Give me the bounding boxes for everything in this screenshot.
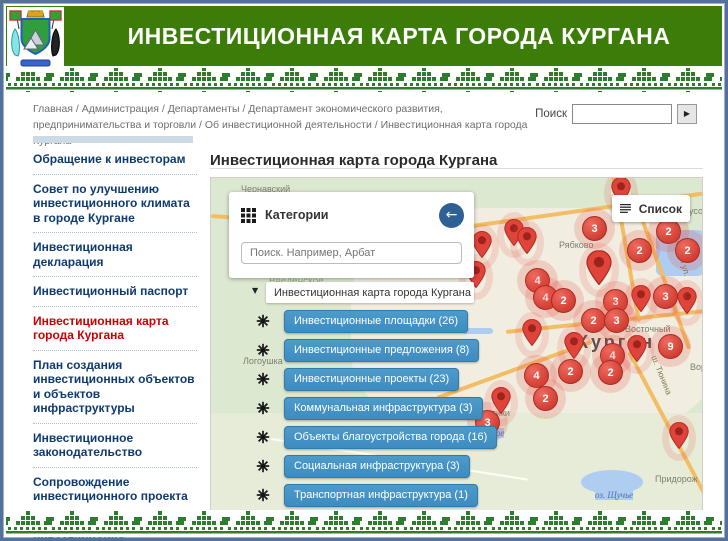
- map-label: усо: [689, 206, 703, 216]
- breadcrumb-link[interactable]: Администрация: [82, 103, 159, 115]
- search-input[interactable]: [572, 104, 672, 124]
- breadcrumb-link[interactable]: Об инвестиционной деятельности: [205, 119, 372, 131]
- sidebar-item[interactable]: Инвестиционное законодательство: [33, 424, 197, 468]
- map-cluster-marker[interactable]: 9: [658, 334, 683, 359]
- category-marker-icon[interactable]: [256, 343, 270, 362]
- category-button[interactable]: Коммунальная инфраструктура (3): [284, 397, 483, 420]
- map-pin[interactable]: [522, 319, 542, 351]
- breadcrumb-separator: /: [196, 119, 205, 131]
- sidebar-item[interactable]: План создания инвестиционных объектов и …: [33, 351, 197, 424]
- list-view-button[interactable]: Список: [612, 195, 690, 222]
- categories-panel-header: Категории ←: [241, 202, 464, 228]
- map-pin[interactable]: [517, 227, 537, 259]
- tree-collapse-caret[interactable]: ▼: [252, 286, 258, 295]
- map-pin[interactable]: [631, 285, 651, 317]
- category-marker-icon[interactable]: [256, 430, 270, 449]
- category-button[interactable]: Транспортная инфраструктура (1): [284, 484, 478, 507]
- map-cluster-marker[interactable]: 2: [598, 360, 623, 385]
- sidebar-item[interactable]: Инвестиционный паспорт: [33, 277, 197, 307]
- map-pin[interactable]: [677, 287, 697, 319]
- list-icon: [620, 202, 632, 215]
- breadcrumb-separator: /: [159, 103, 168, 115]
- sidebar: Обращение к инвесторамСовет по улучшению…: [33, 136, 197, 541]
- category-marker-icon[interactable]: [256, 372, 270, 391]
- sidebar-nav: Обращение к инвесторамСовет по улучшению…: [33, 145, 197, 541]
- grid-icon: [241, 208, 256, 223]
- map-cluster-marker[interactable]: 3: [604, 308, 629, 333]
- map-pin[interactable]: [669, 422, 689, 454]
- ornament-top: [6, 66, 722, 95]
- page-title: Инвестиционная карта города Кургана: [210, 152, 497, 169]
- map-cluster-marker[interactable]: 2: [581, 308, 606, 333]
- categories-panel-title: Категории: [265, 208, 430, 222]
- map-cluster-marker[interactable]: 2: [627, 238, 652, 263]
- page: ИНВЕСТИЦИОННАЯ КАРТА ГОРОДА КУРГАНА: [0, 0, 728, 541]
- investment-map[interactable]: ЧернавскийусоРябковоОмская ул.оз. Горько…: [210, 177, 703, 516]
- map-pin[interactable]: [627, 335, 647, 367]
- map-cluster-marker[interactable]: 2: [675, 238, 700, 263]
- category-tree-root[interactable]: Инвестиционная карта города Кургана: [266, 282, 474, 303]
- map-cluster-marker[interactable]: 2: [558, 359, 583, 384]
- map-pin[interactable]: [586, 250, 612, 290]
- category-button[interactable]: Инвестиционные площадки (26): [284, 310, 468, 333]
- search-go-button[interactable]: ▶: [677, 104, 697, 124]
- site-title: ИНВЕСТИЦИОННАЯ КАРТА ГОРОДА КУРГАНА: [86, 6, 712, 66]
- category-marker-icon[interactable]: [256, 401, 270, 420]
- map-cluster-marker[interactable]: 2: [551, 288, 576, 313]
- category-button[interactable]: Объекты благоустройства города (16): [284, 426, 497, 449]
- category-marker-icon[interactable]: [256, 314, 270, 333]
- category-marker-icon[interactable]: [256, 459, 270, 478]
- back-button[interactable]: ←: [439, 203, 464, 228]
- sidebar-item[interactable]: Сопровождение инвестиционного проекта: [33, 468, 197, 512]
- map-cluster-marker[interactable]: 2: [533, 386, 558, 411]
- category-marker-icon[interactable]: [256, 488, 270, 507]
- map-label: Придорож: [655, 474, 698, 484]
- site-search: Поиск ▶: [535, 104, 697, 124]
- divider: [210, 168, 703, 169]
- site-header: ИНВЕСТИЦИОННАЯ КАРТА ГОРОДА КУРГАНА: [6, 6, 722, 66]
- map-label: Воро: [690, 362, 703, 372]
- category-button[interactable]: Социальная инфраструктура (3): [284, 455, 470, 478]
- map-cluster-marker[interactable]: 2: [656, 219, 681, 244]
- category-button[interactable]: Инвестиционные предложения (8): [284, 339, 479, 362]
- map-cluster-marker[interactable]: 3: [653, 284, 678, 309]
- map-label: оз. Щучье: [595, 490, 633, 500]
- map-search-input[interactable]: [241, 242, 462, 264]
- map-label: Рябково: [559, 240, 593, 250]
- breadcrumb-link[interactable]: Департаменты: [168, 103, 240, 115]
- sidebar-item[interactable]: Инвестиционная карта города Кургана: [33, 307, 197, 351]
- list-view-label: Список: [639, 202, 682, 216]
- category-button[interactable]: Инвестиционные проекты (23): [284, 368, 459, 391]
- breadcrumb-link[interactable]: Главная: [33, 103, 73, 115]
- sidebar-item[interactable]: Совет по улучшению инвестиционного клима…: [33, 175, 197, 234]
- ornament-bottom: [6, 510, 722, 535]
- sidebar-topbar: [33, 136, 193, 143]
- sidebar-item[interactable]: Инвестиционная декларация: [33, 233, 197, 277]
- breadcrumb-separator: /: [240, 103, 249, 115]
- breadcrumb-separator: /: [73, 103, 82, 115]
- kurgan-coat-of-arms-icon: [7, 7, 64, 71]
- map-cluster-marker[interactable]: 3: [582, 216, 607, 241]
- categories-panel: Категории ←: [229, 192, 474, 278]
- map-cluster-marker[interactable]: 4: [524, 363, 549, 388]
- search-label: Поиск: [535, 108, 567, 120]
- breadcrumb-separator: /: [372, 119, 381, 131]
- sidebar-item[interactable]: Обращение к инвесторам: [33, 145, 197, 175]
- map-pin[interactable]: [472, 231, 492, 263]
